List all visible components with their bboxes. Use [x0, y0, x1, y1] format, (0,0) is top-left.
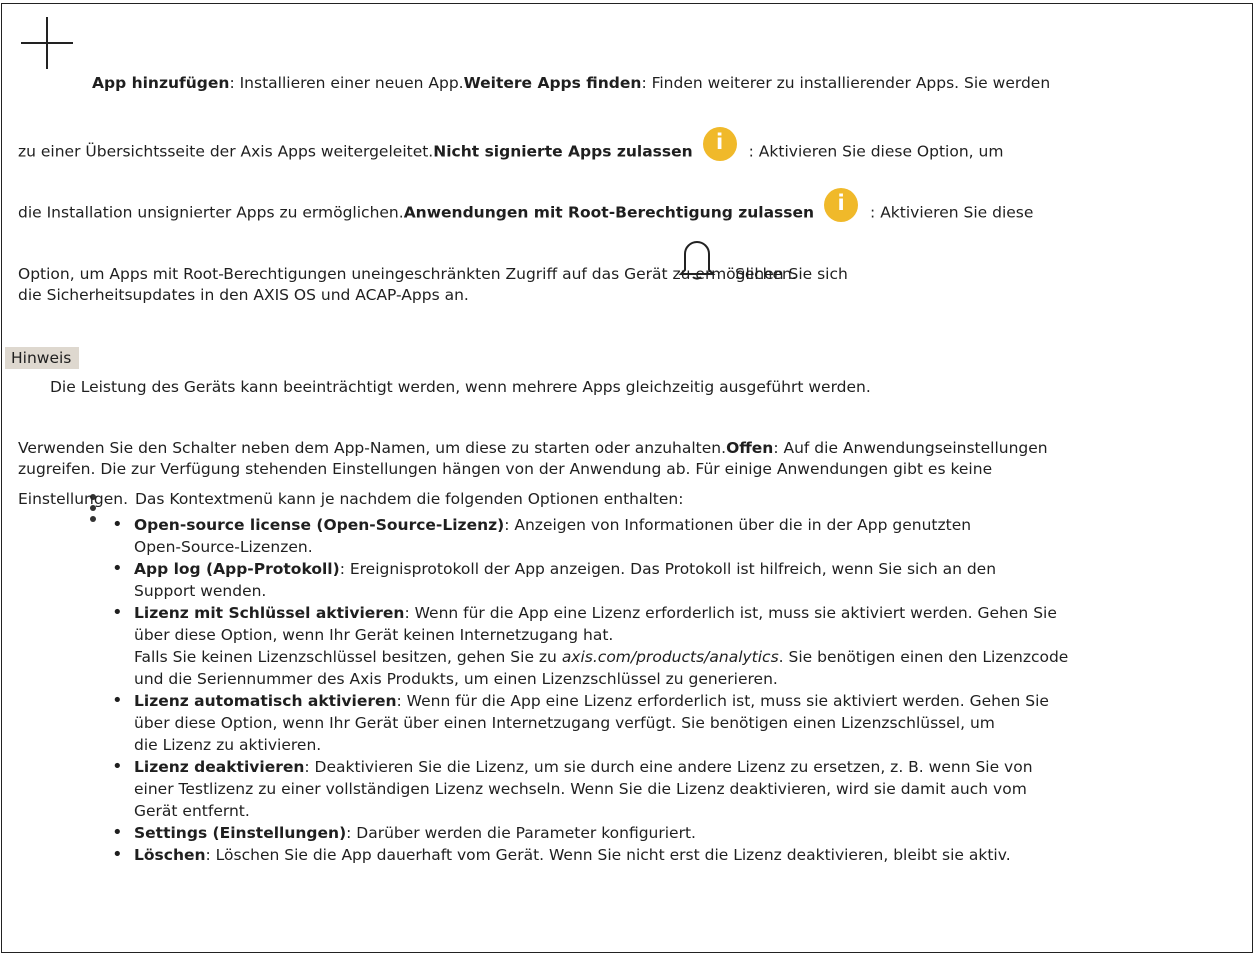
list-item: Lizenz automatisch aktivieren: Wenn für … — [110, 690, 1240, 756]
open-label: Offen — [726, 439, 774, 457]
option-text: Falls Sie keinen Lizenzschlüssel besitze… — [134, 648, 562, 666]
option-text: : Deaktivieren Sie die Lizenz, um sie du… — [304, 758, 1033, 776]
settings-word: Einstellungen. — [18, 490, 128, 508]
context-menu-desc: Das Kontextmenü kann je nachdem die folg… — [135, 490, 684, 508]
list-item: Löschen: Löschen Sie die App dauerhaft v… — [110, 844, 1240, 866]
option-text: : Löschen Sie die App dauerhaft vom Gerä… — [205, 846, 1011, 864]
list-item: Settings (Einstellungen): Darüber werden… — [110, 822, 1240, 844]
para1-line2: zu einer Übersichtsseite der Axis Apps w… — [18, 127, 1004, 169]
add-app-desc: : Installieren einer neuen App. — [229, 74, 464, 92]
option-text: : Ereignisprotokoll der App anzeigen. Da… — [339, 560, 997, 578]
info-icon: i — [824, 188, 859, 222]
open-desc: : Auf die Anwendungseinstellungen — [773, 439, 1048, 457]
add-app-label: App hinzufügen — [92, 74, 230, 92]
list-item: App log (App-Protokoll): Ereignisprotoko… — [110, 558, 1240, 602]
bell-icon — [678, 241, 716, 280]
list-item: Open-source license (Open-Source-Lizenz)… — [110, 514, 1240, 558]
option-text: : Darüber werden die Parameter konfiguri… — [346, 824, 696, 842]
list-item: Lizenz mit Schlüssel aktivieren: Wenn fü… — [110, 602, 1240, 690]
para2-line1: Verwenden Sie den Schalter neben dem App… — [18, 439, 1048, 457]
analytics-link-text: axis.com/products/analytics — [561, 648, 779, 666]
para2-line2: zugreifen. Die zur Verfügung stehenden E… — [18, 460, 993, 478]
option-text: über diese Option, wenn Ihr Gerät keinen… — [134, 626, 614, 644]
option-text: die Lizenz zu aktivieren. — [134, 736, 322, 754]
option-text: . Sie benötigen einen den Lizenzcode — [778, 648, 1069, 666]
info-icon: i — [702, 127, 737, 161]
option-text: Open-Source-Lizenzen. — [134, 538, 313, 556]
option-label: Lizenz mit Schlüssel aktivieren — [134, 604, 405, 622]
option-text: über diese Option, wenn Ihr Gerät über e… — [134, 714, 995, 732]
more-apps-desc: : Finden weiterer zu installierender App… — [641, 74, 1051, 92]
option-label: Lizenz deaktivieren — [134, 758, 305, 776]
unsigned-apps-desc-2: die Installation unsignierter Apps zu er… — [18, 203, 404, 222]
option-label: Lizenz automatisch aktivieren — [134, 692, 397, 710]
plus-icon — [21, 17, 73, 69]
option-text: : Wenn für die App eine Lizenz erforderl… — [404, 604, 1057, 622]
option-label: Löschen — [134, 846, 206, 864]
para1-line1: App hinzufügen: Installieren einer neuen… — [92, 74, 1050, 92]
option-text: und die Seriennummer des Axis Produkts, … — [134, 670, 778, 688]
option-text: : Wenn für die App eine Lizenz erforderl… — [396, 692, 1049, 710]
unsigned-apps-desc: : Aktivieren Sie diese Option, um — [748, 142, 1004, 161]
option-text: einer Testlizenz zu einer vollständigen … — [134, 780, 1027, 798]
root-apps-label: Anwendungen mit Root-Berechtigung zulass… — [403, 203, 815, 222]
more-apps-label: Weitere Apps finden — [463, 74, 642, 92]
para1-line3: die Installation unsignierter Apps zu er… — [18, 188, 1034, 230]
option-text: Gerät entfernt. — [134, 802, 250, 820]
security-text: Sehen Sie sich — [735, 265, 848, 283]
list-item: Lizenz deaktivieren: Deaktivieren Sie di… — [110, 756, 1240, 822]
context-menu-options: Open-source license (Open-Source-Lizenz)… — [110, 514, 1240, 866]
option-label: Settings (Einstellungen) — [134, 824, 347, 842]
note-text: Die Leistung des Geräts kann beeinträcht… — [50, 378, 871, 396]
option-text: Support wenden. — [134, 582, 267, 600]
option-text: : Anzeigen von Informationen über die in… — [504, 516, 972, 534]
unsigned-apps-label: Nicht signierte Apps zulassen — [433, 142, 693, 161]
more-apps-desc-2: zu einer Übersichtsseite der Axis Apps w… — [18, 142, 434, 161]
option-label: Open-source license (Open-Source-Lizenz) — [134, 516, 505, 534]
root-apps-desc: : Aktivieren Sie diese — [870, 203, 1034, 222]
note-label: Hinweis — [5, 347, 79, 369]
security-text-2: die Sicherheitsupdates in den AXIS OS un… — [18, 286, 469, 304]
toggle-desc: Verwenden Sie den Schalter neben dem App… — [18, 439, 727, 457]
option-label: App log (App-Protokoll) — [134, 560, 340, 578]
